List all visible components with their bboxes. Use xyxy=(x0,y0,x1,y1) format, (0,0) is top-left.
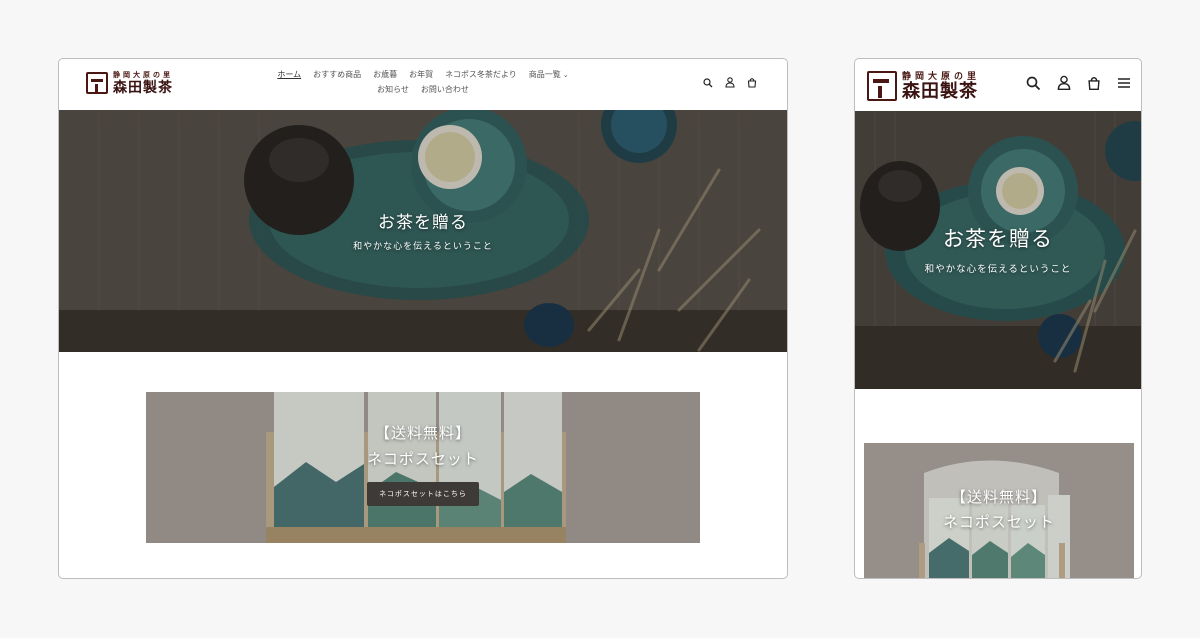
header-icons-mobile xyxy=(1026,75,1131,91)
logo-text-mobile: 静岡大原の里 森田製茶 xyxy=(902,69,980,102)
account-icon[interactable] xyxy=(1057,75,1071,91)
hero-subtitle: 和やかな心を伝えるということ xyxy=(353,242,493,252)
site-logo-mobile[interactable]: 静岡大原の里 森田製茶 xyxy=(867,69,980,102)
nav-item-news[interactable]: お知らせ xyxy=(371,84,415,96)
header-icons xyxy=(703,77,757,88)
hero-text-mobile: お茶を贈る 和やかな心を伝えるということ xyxy=(855,223,1141,275)
search-icon[interactable] xyxy=(703,77,713,88)
nav-item-recommended[interactable]: おすすめ商品 xyxy=(307,69,367,81)
main-nav: ホーム おすすめ商品 お歳暮 お年賀 ネコポス冬茶だより 商品一覧 ⌄ お知らせ … xyxy=(257,69,589,96)
nav-item-onenga[interactable]: お年賀 xyxy=(403,69,439,81)
hero-text: お茶を贈る 和やかな心を伝えるということ xyxy=(59,208,787,252)
nav-item-home[interactable]: ホーム xyxy=(271,69,307,81)
search-icon[interactable] xyxy=(1026,76,1041,91)
nav-item-products[interactable]: 商品一覧 ⌄ xyxy=(523,69,575,81)
cart-icon[interactable] xyxy=(1087,75,1101,91)
hero-banner-mobile[interactable]: お茶を贈る 和やかな心を伝えるということ xyxy=(855,111,1141,389)
nav-item-oseibo[interactable]: お歳暮 xyxy=(367,69,403,81)
logo-name: 森田製茶 xyxy=(113,80,173,96)
chevron-down-icon: ⌄ xyxy=(562,71,569,79)
nav-item-nekopos[interactable]: ネコポス冬茶だより xyxy=(439,69,523,81)
logo-mark-icon xyxy=(86,72,108,94)
site-logo[interactable]: 静岡大原の里 森田製茶 xyxy=(86,70,173,96)
promo-banner-mobile[interactable]: 【送料無料】 ネコポスセット xyxy=(864,443,1134,578)
logo-text: 静岡大原の里 森田製茶 xyxy=(113,70,173,96)
logo-tagline: 静岡大原の里 xyxy=(113,71,173,79)
hero-title: お茶を贈る xyxy=(378,213,468,233)
logo-name-mobile: 森田製茶 xyxy=(902,81,978,102)
promo-banner[interactable]: 【送料無料】 ネコポスセット ネコポスセットはこちら xyxy=(146,392,700,543)
promo-line2-mobile: ネコポスセット xyxy=(943,513,1055,531)
hero-banner[interactable]: お茶を贈る 和やかな心を伝えるということ xyxy=(59,110,787,352)
hero-subtitle-mobile: 和やかな心を伝えるということ xyxy=(924,264,1072,275)
nav-item-contact[interactable]: お問い合わせ xyxy=(415,84,475,96)
promo-text: 【送料無料】 ネコポスセット ネコポスセットはこちら xyxy=(146,420,700,506)
nekopos-set-button[interactable]: ネコポスセットはこちら xyxy=(367,482,479,506)
promo-line2: ネコポスセット xyxy=(367,450,479,468)
promo-line1-mobile: 【送料無料】 xyxy=(950,488,1047,506)
promo-text-mobile: 【送料無料】 ネコポスセット xyxy=(864,485,1134,535)
mobile-preview: 静岡大原の里 森田製茶 お茶を贈る 和やかな心を伝えるということ 【送料無料】 … xyxy=(854,58,1142,579)
promo-line1: 【送料無料】 xyxy=(374,424,471,442)
desktop-preview: 静岡大原の里 森田製茶 ホーム おすすめ商品 お歳暮 お年賀 ネコポス冬茶だより… xyxy=(58,58,788,579)
hamburger-menu-icon[interactable] xyxy=(1117,77,1131,89)
nav-item-products-label: 商品一覧 xyxy=(528,70,561,79)
hero-title-mobile: お茶を贈る xyxy=(943,227,1053,251)
account-icon[interactable] xyxy=(725,77,735,88)
logo-mark-icon xyxy=(867,70,897,101)
cart-icon[interactable] xyxy=(747,77,757,88)
